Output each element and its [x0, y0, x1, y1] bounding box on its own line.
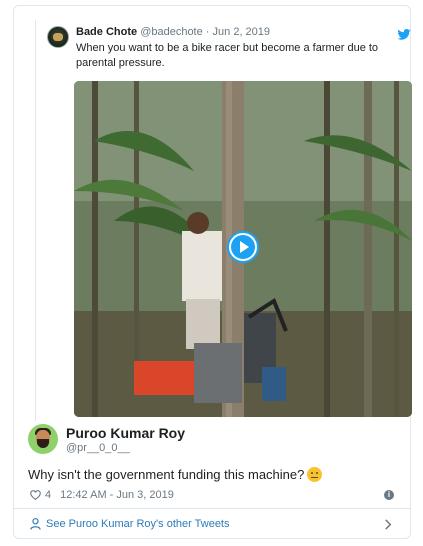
quoted-tweet[interactable]: Bade Chote @badechote · Jun 2, 2019 When…: [35, 20, 413, 421]
see-other-tweets-footer[interactable]: See Puroo Kumar Roy's other Tweets: [14, 509, 410, 539]
play-button[interactable]: [227, 231, 259, 263]
twitter-bird-icon[interactable]: [397, 29, 411, 40]
heart-icon[interactable]: [30, 490, 41, 500]
tweet-text-content: Why isn't the government funding this ma…: [28, 467, 305, 482]
quoted-tweet-header: Bade Chote @badechote · Jun 2, 2019: [76, 26, 270, 38]
quoted-author-avatar[interactable]: [47, 26, 69, 48]
quoted-tweet-text: When you want to be a bike racer but bec…: [76, 42, 379, 69]
author-handle[interactable]: @pr__0_0__: [66, 442, 130, 454]
see-other-tweets-link[interactable]: See Puroo Kumar Roy's other Tweets: [46, 518, 230, 530]
author-avatar[interactable]: [28, 424, 58, 454]
quoted-tweet-date[interactable]: Jun 2, 2019: [213, 26, 271, 38]
video-thumbnail[interactable]: [74, 81, 412, 417]
like-count[interactable]: 4: [45, 489, 51, 501]
neutral-face-emoji-icon: [307, 467, 323, 482]
embedded-tweet-card: Bade Chote @badechote · Jun 2, 2019 When…: [13, 5, 413, 539]
quoted-author-handle[interactable]: @badechote: [140, 26, 203, 38]
tweet-timestamp[interactable]: 12:42 AM - Jun 3, 2019: [60, 489, 174, 501]
quoted-author-name[interactable]: Bade Chote: [76, 26, 137, 38]
person-icon: [30, 518, 41, 530]
tweet-meta: 4 12:42 AM - Jun 3, 2019: [30, 489, 174, 501]
author-name[interactable]: Puroo Kumar Roy: [66, 425, 185, 441]
chevron-right-icon[interactable]: [384, 519, 392, 530]
avatar-beard: [37, 439, 49, 448]
quoted-separator: ·: [205, 26, 210, 38]
tweet-text: Why isn't the government funding this ma…: [28, 467, 323, 482]
play-icon: [231, 235, 255, 259]
info-icon[interactable]: i: [384, 490, 394, 500]
